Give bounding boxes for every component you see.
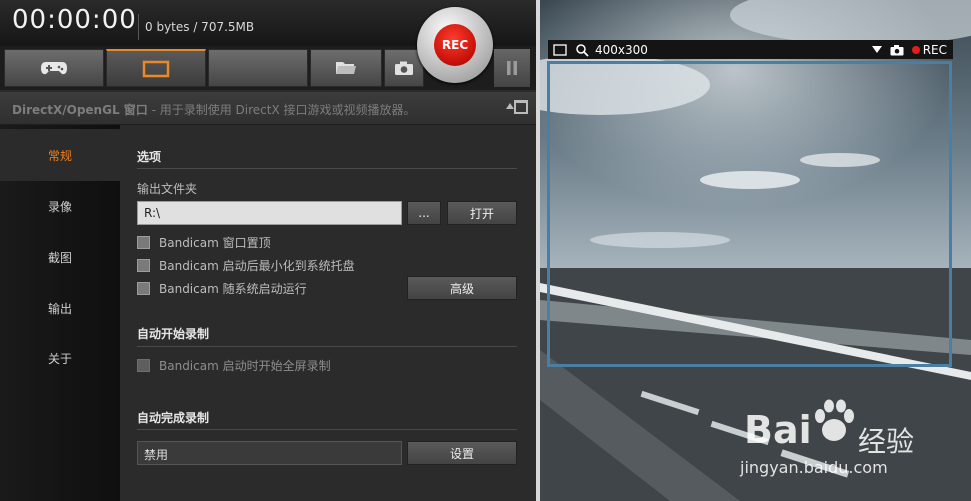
sidebar-item-screenshot[interactable]: 截图 bbox=[0, 231, 120, 283]
checkbox-window-topmost[interactable]: Bandicam 窗口置顶 bbox=[137, 234, 271, 251]
checkbox-label: Bandicam 窗口置顶 bbox=[159, 236, 271, 250]
tab-screen-rect-mode[interactable] bbox=[106, 49, 206, 87]
tab-game-mode[interactable] bbox=[4, 49, 104, 87]
section-title-options: 选项 bbox=[137, 150, 162, 164]
section-divider bbox=[137, 168, 517, 169]
collapse-icon[interactable] bbox=[506, 103, 514, 109]
capture-size: 400x300 bbox=[595, 42, 648, 57]
watermark-brand: Bai bbox=[744, 408, 812, 452]
mode-description-bar: DirectX/OpenGL 窗口 - 用于录制使用 DirectX 接口游戏或… bbox=[0, 92, 536, 125]
capture-toolbar: 400x300 REC bbox=[548, 40, 953, 59]
section-title-auto-finish: 自动完成录制 bbox=[137, 411, 210, 425]
camera-icon[interactable] bbox=[890, 44, 904, 56]
section-title-auto-start: 自动开始录制 bbox=[137, 327, 210, 341]
rec-dot-icon bbox=[911, 45, 920, 54]
checkbox-fullscreen-on-start[interactable]: Bandicam 启动时开始全屏录制 bbox=[137, 357, 331, 374]
tab-device-mode[interactable] bbox=[208, 49, 308, 87]
mode-description: - 用于录制使用 DirectX 接口游戏或视频播放器。 bbox=[147, 103, 416, 117]
checkbox-run-on-startup[interactable]: Bandicam 随系统启动运行 bbox=[137, 280, 307, 297]
magnifier-icon[interactable] bbox=[575, 43, 589, 57]
window-icon[interactable] bbox=[553, 43, 567, 56]
output-folder-label: 输出文件夹 bbox=[137, 182, 198, 196]
output-folder-field[interactable]: R:\ bbox=[137, 201, 402, 225]
mode-name: DirectX/OpenGL 窗口 bbox=[12, 103, 148, 117]
watermark-jingyan: 经验 bbox=[858, 425, 915, 458]
window-icon[interactable] bbox=[514, 100, 528, 114]
checkbox-label: Bandicam 启动后最小化到系统托盘 bbox=[159, 259, 355, 273]
checkbox-box[interactable] bbox=[137, 359, 150, 372]
checkbox-box[interactable] bbox=[137, 236, 150, 249]
camera-icon bbox=[395, 61, 413, 75]
auto-finish-field[interactable]: 禁用 bbox=[137, 441, 402, 465]
open-folder-button[interactable]: 打开 bbox=[447, 201, 517, 225]
recording-timer: 00:00:00 bbox=[12, 5, 137, 35]
auto-finish-settings-button[interactable]: 设置 bbox=[407, 441, 517, 465]
tab-output-folder[interactable] bbox=[310, 49, 382, 87]
rec-button[interactable]: REC bbox=[434, 24, 476, 66]
advanced-button[interactable]: 高级 bbox=[407, 276, 517, 300]
checkbox-label: Bandicam 启动时开始全屏录制 bbox=[159, 359, 331, 373]
pause-button[interactable] bbox=[494, 49, 530, 87]
file-size-status: 0 bytes / 707.5MB bbox=[145, 20, 255, 34]
capture-rec-label[interactable]: REC bbox=[923, 43, 947, 57]
section-divider bbox=[137, 429, 517, 430]
bandicam-window: 00:00:00 0 bytes / 707.5MB REC DirectX/O… bbox=[0, 0, 536, 501]
rectangle-icon bbox=[142, 60, 170, 77]
divider bbox=[138, 14, 139, 40]
checkbox-box[interactable] bbox=[137, 259, 150, 272]
checkbox-box[interactable] bbox=[137, 282, 150, 295]
section-divider bbox=[137, 346, 517, 347]
pause-icon bbox=[507, 61, 517, 75]
mode-title: DirectX/OpenGL 窗口 - 用于录制使用 DirectX 接口游戏或… bbox=[12, 101, 416, 118]
browse-button[interactable]: ... bbox=[407, 201, 441, 225]
checkbox-label: Bandicam 随系统启动运行 bbox=[159, 282, 307, 296]
dropdown-icon[interactable] bbox=[871, 45, 882, 54]
gamepad-icon bbox=[41, 62, 67, 75]
folder-icon bbox=[336, 62, 356, 74]
sidebar-item-output[interactable]: 输出 bbox=[0, 282, 120, 334]
checkbox-minimize-to-tray[interactable]: Bandicam 启动后最小化到系统托盘 bbox=[137, 257, 355, 274]
capture-region-frame[interactable] bbox=[547, 61, 952, 367]
sidebar-item-video[interactable]: 录像 bbox=[0, 180, 120, 232]
sidebar-item-general[interactable]: 常规 bbox=[0, 129, 120, 181]
sidebar-item-about[interactable]: 关于 bbox=[0, 332, 120, 384]
sidebar: 常规 录像 截图 输出 关于 bbox=[0, 125, 120, 501]
settings-panel: 选项 输出文件夹 R:\ ... 打开 Bandicam 窗口置顶 Bandic… bbox=[121, 125, 536, 501]
watermark-url: jingyan.baidu.com bbox=[740, 458, 888, 477]
baidu-paw-icon bbox=[815, 399, 854, 441]
